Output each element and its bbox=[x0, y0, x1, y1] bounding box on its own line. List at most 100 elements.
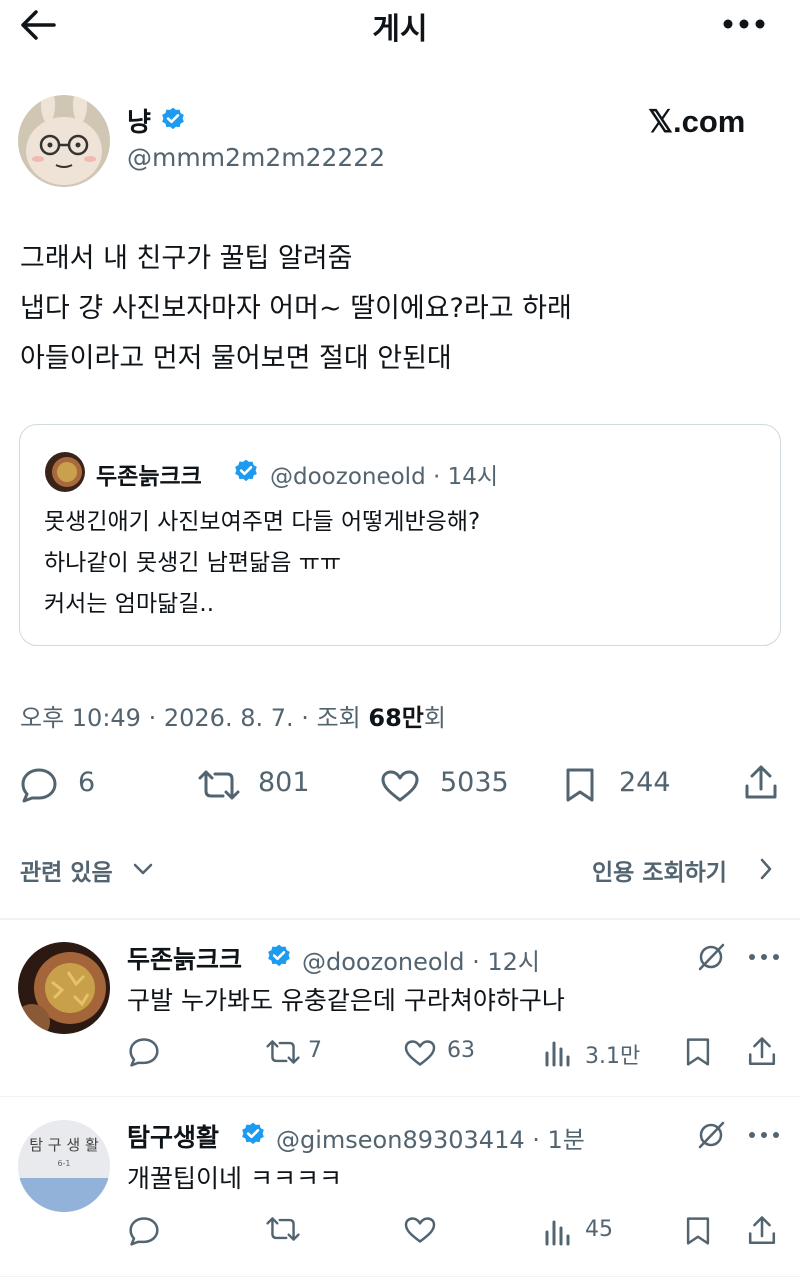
quote-line: 하나같이 못생긴 남편닮음 ㅠㅠ bbox=[44, 550, 342, 576]
reply-reply-button[interactable] bbox=[128, 1037, 168, 1067]
verified-icon bbox=[242, 1122, 264, 1145]
views-label: 조회 bbox=[316, 704, 361, 732]
bookmark-icon bbox=[566, 768, 594, 802]
verified-icon bbox=[162, 107, 184, 130]
views-icon bbox=[545, 1220, 570, 1246]
bookmark-icon bbox=[686, 1217, 710, 1245]
reply-time: 12시 bbox=[487, 948, 540, 976]
post-line: 아들이라고 먼저 물어보면 절대 안된대 bbox=[20, 343, 452, 374]
reply-share-button[interactable] bbox=[746, 1215, 778, 1247]
reply-views-button[interactable]: 45 bbox=[543, 1216, 633, 1246]
views-icon bbox=[545, 1041, 570, 1067]
reply-author-handle[interactable]: @doozoneold bbox=[302, 948, 464, 976]
cookie-avatar-icon bbox=[45, 452, 85, 492]
reply-avatar[interactable] bbox=[18, 942, 110, 1034]
bookmark-count: 244 bbox=[619, 767, 671, 798]
quote-views-link[interactable]: 인용 조회하기 bbox=[592, 853, 782, 886]
quote-author-name: 두존늙크크 bbox=[96, 464, 202, 490]
notebook-avatar-icon: 탐 구 생 활 6-1 bbox=[18, 1120, 110, 1212]
repost-icon bbox=[198, 770, 240, 800]
post-line: 냅다 걍 사진보자마자 어머~ 딸이에요?라고 하래 bbox=[20, 293, 572, 324]
reply-text: 개꿀팁이네 ㅋㅋㅋㅋ bbox=[127, 1164, 342, 1193]
separator-dot: · bbox=[301, 704, 309, 732]
share-button[interactable] bbox=[742, 764, 782, 804]
reply-like-button[interactable] bbox=[403, 1216, 443, 1246]
reply-meta: @gimseon89303414 · 1분 bbox=[276, 1120, 585, 1155]
divider bbox=[0, 918, 800, 920]
reply-icon bbox=[129, 1217, 159, 1246]
reply-repost-count: 7 bbox=[308, 1038, 322, 1063]
reply-views-button[interactable]: 3.1만 bbox=[543, 1037, 653, 1069]
share-icon bbox=[748, 1216, 776, 1245]
share-icon bbox=[745, 765, 777, 799]
chevron-right-icon bbox=[760, 858, 772, 880]
grok-button[interactable] bbox=[696, 1120, 726, 1150]
views-suffix: 회 bbox=[423, 704, 446, 732]
reply-button[interactable]: 6 bbox=[20, 765, 110, 805]
reply-like-count: 63 bbox=[447, 1038, 475, 1063]
x-watermark: 𝕏.com bbox=[648, 104, 746, 139]
more-icon bbox=[749, 1132, 779, 1138]
post-date: 2026. 8. 7. bbox=[163, 704, 294, 732]
reply-more-button[interactable] bbox=[748, 1128, 780, 1142]
reply-views-count: 45 bbox=[585, 1217, 613, 1242]
reply-bookmark-button[interactable] bbox=[684, 1216, 714, 1246]
post-meta: 오후 10:49 · 2026. 8. 7. · 조회 68만회 bbox=[20, 698, 446, 733]
separator-dot: · bbox=[148, 704, 157, 732]
bookmark-icon bbox=[686, 1038, 710, 1066]
share-icon bbox=[748, 1037, 776, 1066]
quote-time: 14시 bbox=[447, 464, 499, 490]
reply-bookmark-button[interactable] bbox=[684, 1037, 714, 1067]
reply-repost-button[interactable] bbox=[264, 1216, 304, 1246]
cookie-avatar-icon bbox=[18, 942, 110, 1034]
related-sort-button[interactable]: 관련 있음 bbox=[20, 853, 160, 886]
bunny-avatar-icon bbox=[18, 95, 110, 187]
like-count: 5035 bbox=[440, 767, 509, 798]
grok-button[interactable] bbox=[696, 942, 726, 972]
separator-dot: · bbox=[472, 948, 480, 976]
reply-views-count: 3.1만 bbox=[585, 1044, 641, 1069]
reply-reply-button[interactable] bbox=[128, 1216, 168, 1246]
reply-more-button[interactable] bbox=[748, 950, 780, 964]
heart-icon bbox=[381, 770, 419, 802]
reply-text: 구발 누가봐도 유충같은데 구라쳐야하구나 bbox=[127, 986, 565, 1015]
views-count: 68만 bbox=[368, 704, 424, 732]
more-icon bbox=[749, 954, 779, 960]
avatar[interactable] bbox=[18, 95, 110, 187]
reply-repost-button[interactable]: 7 bbox=[264, 1037, 334, 1067]
reply-icon bbox=[21, 768, 57, 803]
repost-icon bbox=[266, 1040, 300, 1064]
reply-meta: @doozoneold · 12시 bbox=[302, 942, 540, 977]
verified-badge bbox=[240, 1121, 266, 1147]
quote-author-handle: @doozoneold bbox=[270, 464, 426, 490]
quote-handle: @doozoneold · 14시 bbox=[270, 457, 498, 491]
reply-avatar[interactable]: 탐 구 생 활 6-1 bbox=[18, 1120, 110, 1212]
reply-icon bbox=[129, 1038, 159, 1067]
quote-avatar bbox=[45, 452, 85, 492]
repost-icon bbox=[266, 1217, 300, 1241]
heart-icon bbox=[404, 1040, 436, 1066]
reply-author-handle[interactable]: @gimseon89303414 bbox=[276, 1126, 525, 1154]
quote-views-label: 인용 조회하기 bbox=[592, 860, 727, 886]
repost-count: 801 bbox=[258, 767, 310, 798]
reply-author-name[interactable]: 탐구생활 bbox=[127, 1118, 219, 1154]
like-button[interactable]: 5035 bbox=[380, 765, 520, 805]
post-time: 오후 10:49 bbox=[20, 704, 141, 732]
chevron-down-icon bbox=[133, 863, 153, 875]
heart-icon bbox=[404, 1217, 436, 1243]
related-label: 관련 있음 bbox=[20, 860, 113, 886]
avatar-subtext: 6-1 bbox=[57, 1159, 70, 1168]
reply-share-button[interactable] bbox=[746, 1036, 778, 1068]
reply-time: 1분 bbox=[547, 1126, 585, 1154]
reply-like-button[interactable]: 63 bbox=[403, 1037, 493, 1067]
avatar-text: 탐 구 생 활 bbox=[29, 1136, 99, 1154]
reply-author-name[interactable]: 두존늙크크 bbox=[127, 940, 242, 976]
repost-button[interactable]: 801 bbox=[196, 765, 316, 805]
verified-badge bbox=[266, 943, 292, 969]
more-button[interactable] bbox=[722, 14, 766, 34]
author-name[interactable]: 냥 bbox=[127, 102, 151, 139]
bookmark-button[interactable]: 244 bbox=[563, 765, 683, 805]
quote-verified-badge bbox=[233, 458, 259, 484]
author-handle[interactable]: @mmm2m2m22222 bbox=[127, 143, 385, 172]
separator-dot: · bbox=[532, 1126, 540, 1154]
